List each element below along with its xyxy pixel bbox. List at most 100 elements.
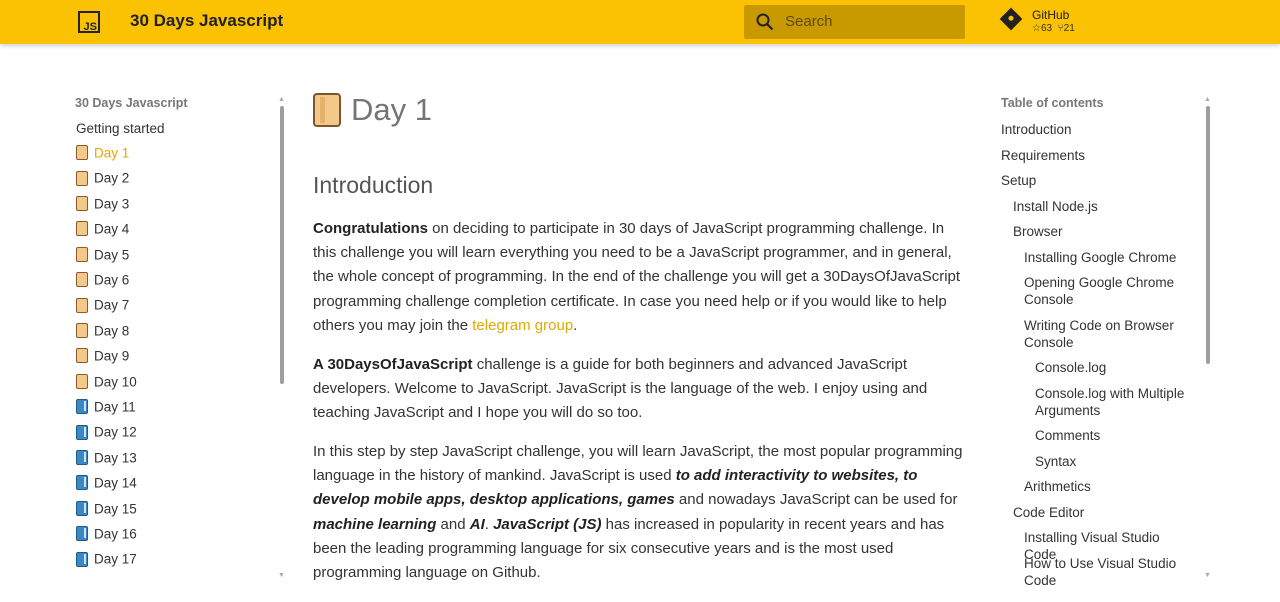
toc-item[interactable]: Syntax: [1035, 453, 1190, 470]
blue-book-icon: [76, 500, 88, 516]
scroll-up-arrow-icon[interactable]: ▲: [278, 96, 285, 103]
toc-item[interactable]: Console.log: [1035, 359, 1190, 376]
p1-bold: Congratulations: [313, 220, 428, 237]
nav-item-day-5[interactable]: Day 5: [76, 246, 129, 266]
nav-item-label: Day 9: [94, 348, 130, 364]
nav-item-label: Day 8: [94, 323, 130, 339]
nav-item-day-17[interactable]: Day 17: [76, 550, 137, 570]
toc-item[interactable]: Installing Google Chrome: [1024, 249, 1190, 266]
nav-item-day-8[interactable]: Day 8: [76, 322, 129, 342]
nav-item-label: Day 14: [94, 475, 137, 491]
js-logo[interactable]: JS: [78, 11, 100, 33]
nav-item-label: Day 15: [94, 500, 137, 516]
nav-item-day-12[interactable]: Day 12: [76, 423, 137, 443]
orange-book-icon: [76, 196, 88, 212]
nav-item-day-13[interactable]: Day 13: [76, 449, 137, 469]
left-sidebar-nav: 30 Days Javascript Getting started Day 1…: [70, 92, 286, 582]
toc-scrollbar-thumb[interactable]: [1206, 106, 1210, 364]
nav-item-day-3[interactable]: Day 3: [76, 195, 129, 215]
left-scrollbar-thumb[interactable]: [280, 106, 284, 384]
p3-g: .: [484, 515, 494, 533]
header-bar: JS 30 Days Javascript Search GitHub ☆63 …: [0, 0, 1280, 44]
toc-item[interactable]: Code Editor: [1013, 504, 1190, 521]
toc-item[interactable]: Install Node.js: [1013, 198, 1190, 215]
toc-item[interactable]: Comments: [1035, 427, 1190, 444]
orange-book-icon: [76, 297, 88, 313]
nav-item-getting-started[interactable]: Getting started: [76, 121, 165, 136]
scroll-down-arrow-icon[interactable]: ▼: [278, 572, 285, 579]
left-scrollbar[interactable]: [280, 106, 284, 572]
nav-item-label: Day 13: [94, 450, 137, 466]
blue-book-icon: [76, 424, 88, 440]
toc-scrollbar[interactable]: [1206, 106, 1210, 572]
p3-f: AI: [469, 515, 485, 533]
site-title[interactable]: 30 Days Javascript: [130, 11, 283, 31]
nav-item-day-11[interactable]: Day 11: [76, 398, 136, 418]
orange-book-icon: [76, 145, 88, 161]
orange-book-icon: [76, 221, 88, 237]
nav-item-label: Day 12: [94, 424, 137, 440]
nav-item-label: Day 3: [94, 196, 130, 212]
intro-paragraph-1: Congratulations on deciding to participa…: [313, 217, 963, 338]
intro-paragraph-2: A 30DaysOfJavaScript challenge is a guid…: [313, 353, 963, 426]
nav-item-label: Day 6: [94, 272, 130, 288]
blue-book-icon: [76, 475, 88, 491]
nav-item-day-16[interactable]: Day 16: [76, 525, 137, 545]
nav-item-label: Day 17: [94, 551, 137, 567]
orange-book-icon: [76, 373, 88, 389]
nav-item-day-1[interactable]: Day 1: [76, 144, 129, 164]
nav-title: 30 Days Javascript: [75, 96, 188, 110]
nav-item-day-6[interactable]: Day 6: [76, 271, 129, 291]
nav-item-day-10[interactable]: Day 10: [76, 373, 137, 393]
orange-book-icon: [76, 246, 88, 262]
p3-d: machine learning: [313, 515, 437, 533]
p3-h: JavaScript (JS): [493, 515, 602, 533]
p1-text: on deciding to participate in 30 days of…: [313, 220, 961, 334]
blue-book-icon: [76, 526, 88, 542]
toc-item[interactable]: Requirements: [1001, 147, 1190, 164]
nav-item-day-7[interactable]: Day 7: [76, 296, 129, 316]
orange-book-icon: [76, 272, 88, 288]
star-icon: ☆: [1032, 23, 1041, 34]
nav-item-day-15[interactable]: Day 15: [76, 500, 137, 520]
nav-item-label: Day 11: [94, 399, 136, 415]
orange-book-icon: [76, 170, 88, 186]
table-of-contents: Table of contents Introduction Requiremen…: [1000, 92, 1211, 588]
telegram-group-link[interactable]: telegram group: [472, 317, 573, 334]
toc-title: Table of contents: [1001, 96, 1104, 110]
toc-item[interactable]: Setup: [1001, 172, 1190, 189]
nav-item-label: Day 1: [94, 145, 130, 161]
star-count: 63: [1040, 23, 1053, 34]
toc-item[interactable]: How to Use Visual Studio Code: [1024, 555, 1190, 589]
toc-item[interactable]: Introduction: [1001, 121, 1190, 138]
page-title-text: Day 1: [351, 92, 432, 127]
toc-item[interactable]: Browser: [1013, 223, 1190, 240]
page-title: Day 1: [313, 92, 432, 132]
blue-book-icon: [76, 450, 88, 466]
search-input[interactable]: Search: [744, 5, 965, 39]
search-placeholder: Search: [785, 13, 833, 30]
orange-book-icon: [76, 323, 88, 339]
nav-item-day-14[interactable]: Day 14: [76, 474, 137, 494]
nav-item-label: Day 10: [94, 373, 137, 389]
toc-scroll-down-arrow-icon[interactable]: ▼: [1204, 572, 1211, 579]
search-icon: [756, 13, 774, 31]
nav-item-day-4[interactable]: Day 4: [76, 220, 129, 240]
toc-scroll-up-arrow-icon[interactable]: ▲: [1204, 96, 1211, 103]
blue-book-icon: [76, 551, 88, 567]
logo-text: JS: [83, 21, 97, 33]
toc-item[interactable]: Writing Code on Browser Console: [1024, 317, 1190, 351]
p3-e: and: [436, 515, 470, 533]
repo-stats: ☆63 ⑂21: [1032, 23, 1075, 34]
nav-item-day-9[interactable]: Day 9: [76, 347, 129, 367]
nav-item-label: Day 2: [94, 170, 130, 186]
fork-count: 21: [1063, 23, 1075, 34]
nav-item-label: Day 16: [94, 526, 137, 542]
toc-item[interactable]: Console.log with Multiple Arguments: [1035, 385, 1190, 419]
toc-item[interactable]: Opening Google Chrome Console: [1024, 274, 1190, 308]
toc-item[interactable]: Arithmetics: [1024, 478, 1190, 495]
nav-item-day-2[interactable]: Day 2: [76, 169, 129, 189]
p1-end: .: [573, 316, 578, 334]
nav-item-label: Day 7: [94, 297, 130, 313]
nav-item-label: Day 4: [94, 221, 130, 237]
